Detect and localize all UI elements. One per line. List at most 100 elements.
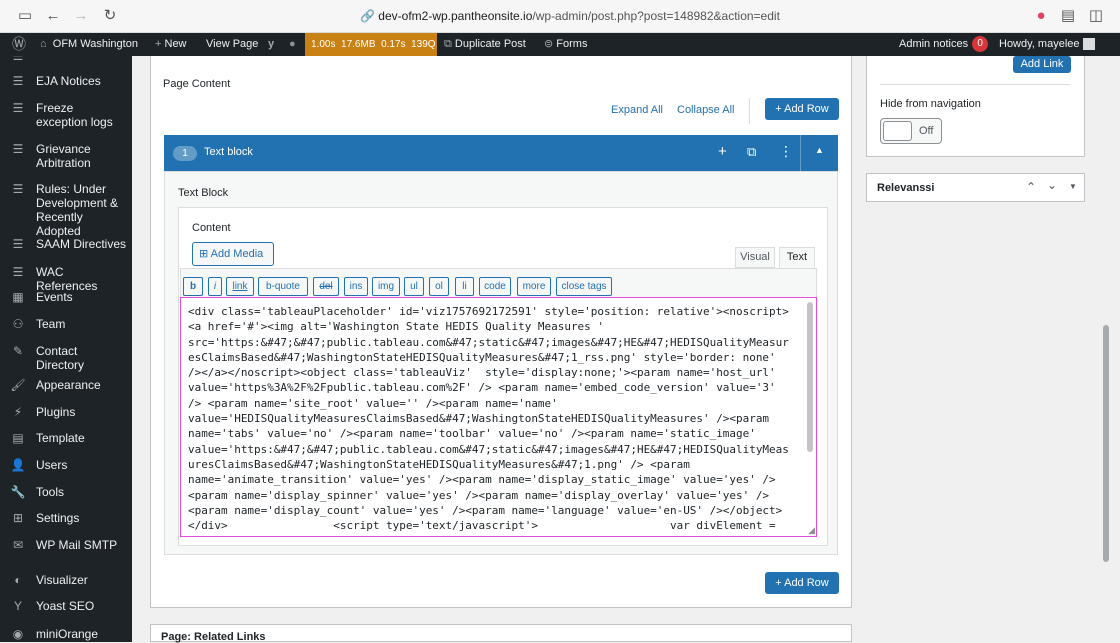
settings-icon: ⊞ bbox=[12, 511, 24, 525]
sidebar-item-label: miniOrange bbox=[36, 627, 99, 641]
database-icon: ☰ bbox=[12, 182, 24, 196]
howdy-label: Howdy, mayelee bbox=[999, 38, 1080, 50]
qm-queries: 139Q bbox=[411, 39, 436, 50]
url-path: /wp-admin/post.php?post=148982&action=ed… bbox=[532, 9, 780, 23]
site-name: OFM Washington bbox=[52, 38, 138, 50]
chart-icon: ◐ bbox=[14, 573, 22, 587]
code-textarea[interactable]: <div class='tableauPlaceholder' id='viz1… bbox=[180, 297, 817, 537]
duplicate-block-icon[interactable]: ⧉ bbox=[747, 144, 756, 160]
extension-icon[interactable]: ● bbox=[1032, 8, 1050, 24]
site-name-link[interactable]: ⌂ OFM Washington bbox=[40, 33, 138, 56]
database-icon: ☰ bbox=[12, 237, 24, 251]
page-attributes-box: Add Link Hide from navigation Off bbox=[866, 56, 1085, 157]
tab-text[interactable]: Text bbox=[779, 247, 815, 268]
database-icon: ☰ bbox=[12, 265, 24, 279]
collapse-all-link[interactable]: Collapse All bbox=[677, 104, 734, 116]
block-type-label: Text Block bbox=[178, 187, 229, 199]
text-block-body: Text Block Content ⊞ Add Media Visual Te… bbox=[164, 171, 838, 555]
sidebar-item-label: WP Mail SMTP bbox=[36, 538, 118, 552]
quicktag-b-quote-button[interactable]: b-quote bbox=[258, 277, 308, 296]
header-divider bbox=[800, 135, 801, 171]
add-media-button[interactable]: ⊞ Add Media bbox=[192, 242, 274, 266]
hide-nav-toggle[interactable]: Off bbox=[880, 118, 942, 144]
howdy-user-link[interactable]: Howdy, mayelee bbox=[999, 33, 1095, 56]
add-block-plus-icon[interactable]: + bbox=[718, 143, 727, 160]
text-block-header[interactable]: 1 Text block + ⧉ ⋮ ▲ bbox=[164, 135, 838, 171]
duplicate-post-label: Duplicate Post bbox=[454, 38, 526, 50]
block-title: Text block bbox=[204, 146, 253, 158]
url-host: dev-ofm2-wp.pantheonsite.io bbox=[378, 9, 533, 23]
quicktag-more-button[interactable]: more bbox=[517, 277, 551, 296]
status-dot-icon: ● bbox=[289, 38, 296, 50]
sidebar-right-icon[interactable]: ◫ bbox=[1087, 8, 1105, 24]
media-icon: ⊞ bbox=[199, 248, 209, 260]
add-row-button[interactable]: + Add Row bbox=[765, 98, 839, 120]
address-bar[interactable]: 🔗 dev-ofm2-wp.pantheonsite.io/wp-admin/p… bbox=[360, 9, 780, 23]
admin-notices-link[interactable]: Admin notices 0 bbox=[899, 33, 989, 56]
relevanssi-box[interactable]: Relevanssi ⌃ ⌄ ▼ bbox=[866, 173, 1085, 202]
quicktag-img-button[interactable]: img bbox=[372, 277, 400, 296]
quicktag-li-button[interactable]: li bbox=[455, 277, 474, 296]
related-links-title: Page: Related Links bbox=[161, 631, 266, 643]
toggle-panel-icon[interactable]: ▼ bbox=[1069, 182, 1077, 191]
more-options-icon[interactable]: ⋮ bbox=[779, 143, 793, 160]
admin-bar: Ⓦ ⌂ OFM Washington + New View Page y ● 1… bbox=[0, 33, 1120, 56]
forms-link[interactable]: ⊜ Forms bbox=[544, 33, 587, 56]
forward-arrow-icon[interactable]: → bbox=[72, 8, 90, 24]
edit-icon: ✎ bbox=[12, 344, 24, 358]
query-monitor[interactable]: 1.00s 17.6MB 0.17s 139Q bbox=[305, 33, 437, 56]
sidebar-item-label: Rules: Under Development & Recently Adop… bbox=[36, 182, 119, 238]
quicktag-ol-button[interactable]: ol bbox=[429, 277, 449, 296]
calendar-icon: ▦ bbox=[12, 290, 24, 304]
sidebar-item-label: WAC References bbox=[36, 265, 98, 293]
related-links-box[interactable]: Page: Related Links bbox=[150, 624, 852, 643]
admin-sidebar: ☰ ☰ EJA Notices ☰ Freeze exception logs ☰ Gri… bbox=[0, 56, 132, 642]
quicktag-del-button[interactable]: del bbox=[313, 277, 339, 296]
reader-icon[interactable]: ▤ bbox=[1059, 8, 1077, 24]
sidebar-item-label: Plugins bbox=[36, 405, 76, 419]
lock-icon: 🔗 bbox=[360, 9, 375, 23]
new-content-link[interactable]: + New bbox=[155, 33, 187, 56]
page-content-panel: Page Content Expand All Collapse All + A… bbox=[150, 56, 852, 608]
duplicate-post-link[interactable]: ⧉ Duplicate Post bbox=[444, 33, 526, 56]
sidebar-item-label: Yoast SEO bbox=[36, 599, 95, 613]
quicktag-i-button[interactable]: i bbox=[208, 277, 222, 296]
move-down-icon[interactable]: ⌄ bbox=[1047, 178, 1057, 192]
quicktag-b-button[interactable]: b bbox=[183, 277, 203, 296]
brush-icon: 🖌 bbox=[10, 378, 26, 392]
sidebar-item-label: Users bbox=[36, 458, 68, 472]
quicktag-ul-button[interactable]: ul bbox=[404, 277, 424, 296]
add-link-button[interactable]: Add Link bbox=[1013, 56, 1071, 73]
plugin-icon: ⚡ bbox=[13, 405, 23, 419]
bottom-add-row-button[interactable]: + Add Row bbox=[765, 572, 839, 594]
quicktag-code-button[interactable]: code bbox=[479, 277, 511, 296]
tab-visual[interactable]: Visual bbox=[735, 247, 775, 268]
divider bbox=[880, 84, 1070, 85]
view-page-link[interactable]: View Page bbox=[206, 33, 258, 56]
browser-toolbar: ▭ ← → ↻ 🔗 dev-ofm2-wp.pantheonsite.io/wp… bbox=[0, 0, 1120, 33]
toggle-knob bbox=[883, 121, 912, 141]
page-scrollbar[interactable] bbox=[1103, 325, 1109, 562]
resize-handle-icon[interactable]: ◢ bbox=[808, 525, 815, 536]
sidebar-item-label: Appearance bbox=[36, 378, 101, 392]
yoast-icon: Y bbox=[13, 599, 22, 613]
yoast-icon[interactable]: y bbox=[268, 33, 274, 56]
collapse-arrow-icon[interactable]: ▲ bbox=[815, 145, 824, 155]
move-up-icon[interactable]: ⌃ bbox=[1026, 180, 1036, 194]
sidebar-item-label: Freeze exception logs bbox=[36, 101, 113, 129]
expand-all-link[interactable]: Expand All bbox=[611, 104, 663, 116]
qm-memory: 17.6MB bbox=[341, 39, 376, 50]
textarea-scrollbar[interactable] bbox=[807, 302, 813, 452]
quicktag-link-button[interactable]: link bbox=[226, 277, 254, 296]
avatar bbox=[1082, 38, 1095, 51]
sidebar-toggle-icon[interactable]: ▭ bbox=[16, 8, 34, 24]
reload-icon[interactable]: ↻ bbox=[101, 8, 119, 24]
user-icon: 👤 bbox=[10, 458, 26, 472]
sidebar-item-label: Team bbox=[36, 317, 66, 331]
wrench-icon: 🔧 bbox=[10, 485, 26, 499]
database-icon: ☰ bbox=[12, 101, 24, 115]
quicktag-ins-button[interactable]: ins bbox=[344, 277, 368, 296]
back-arrow-icon[interactable]: ← bbox=[44, 8, 62, 24]
quicktag-close-tags-button[interactable]: close tags bbox=[556, 277, 612, 296]
wordpress-logo-icon[interactable]: Ⓦ bbox=[12, 33, 30, 56]
